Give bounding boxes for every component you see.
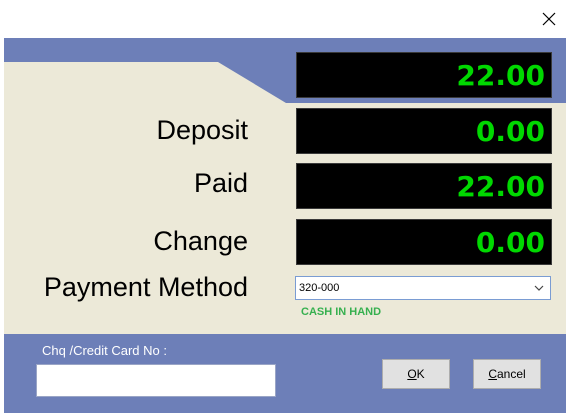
- close-icon: [542, 12, 556, 26]
- total-display: 22.00: [296, 52, 552, 98]
- card-number-label: Chq /Credit Card No :: [42, 343, 167, 358]
- payment-method-select[interactable]: 320-000: [295, 276, 551, 300]
- change-display: 0.00: [296, 219, 552, 265]
- title-bar: [0, 0, 570, 38]
- deposit-label: Deposit: [156, 115, 248, 145]
- cancel-button[interactable]: Cancel: [473, 359, 541, 389]
- change-value: 0.00: [475, 225, 545, 259]
- change-label: Change: [153, 226, 248, 256]
- close-button[interactable]: [536, 6, 562, 32]
- paid-value: 22.00: [456, 169, 545, 203]
- paid-label: Paid: [193, 168, 248, 198]
- cancel-label-rest: ancel: [496, 367, 526, 381]
- payment-method-value: 320-000: [299, 282, 340, 294]
- paid-display: 22.00: [296, 163, 552, 209]
- ok-button[interactable]: OK: [382, 359, 450, 389]
- payment-method-label: Payment Method: [43, 272, 248, 302]
- deposit-value: 0.00: [475, 114, 545, 148]
- payment-method-description: CASH IN HAND: [301, 306, 382, 318]
- card-number-input[interactable]: [36, 364, 276, 397]
- total-value: 22.00: [456, 58, 545, 92]
- panel-notch: [218, 62, 286, 103]
- cancel-mnemonic: C: [488, 367, 497, 381]
- ok-mnemonic: O: [407, 367, 417, 381]
- chevron-down-icon: [534, 285, 544, 291]
- deposit-display: 0.00: [296, 108, 552, 154]
- ok-label-rest: K: [416, 367, 425, 381]
